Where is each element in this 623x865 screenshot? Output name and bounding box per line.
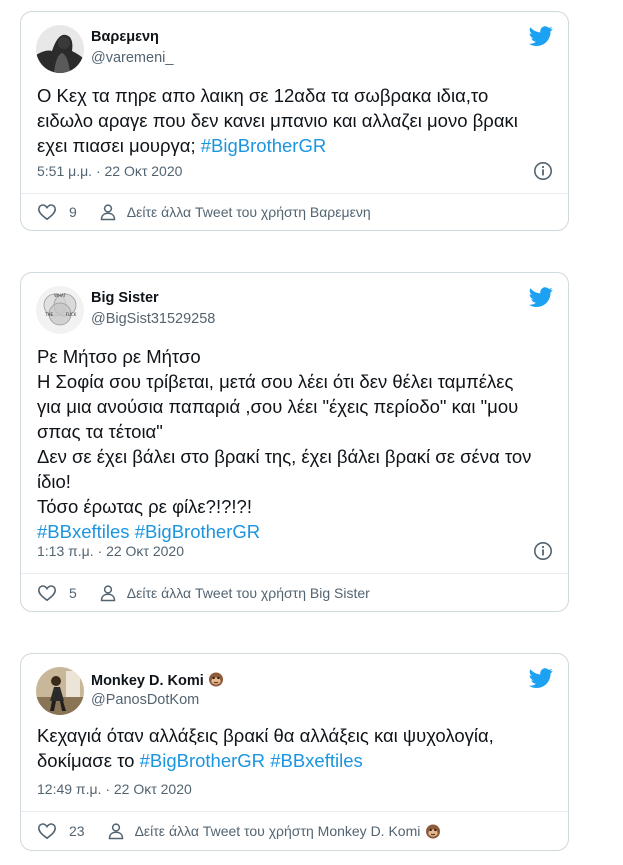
- heart-icon[interactable]: [37, 821, 57, 841]
- hashtag-link[interactable]: #BigBrotherGR: [201, 135, 326, 156]
- text-segment: εχει πιασει μουργα;: [37, 135, 201, 156]
- avatar-text: THE: [44, 312, 53, 317]
- tweet-timestamp[interactable]: 5:51 μ.μ. · 22 Οκτ 2020: [37, 163, 182, 179]
- tweet-text-line: Η Σοφία σου τρίβεται, μετά σου λέει ότι …: [37, 369, 554, 394]
- text-segment: ίδιο!: [37, 471, 71, 492]
- tweet-text-line: Δεν σε έχει βάλει στο βρακί της, έχει βά…: [37, 444, 554, 469]
- tweet-text-line: για μια ανούσια παπαριά ,σου λέει "έχεις…: [37, 394, 554, 419]
- more-tweets-link[interactable]: Δείτε άλλα Tweet του χρήστη Monkey D. Ko…: [135, 823, 421, 839]
- display-name[interactable]: Monkey D. Komi: [91, 671, 224, 689]
- tweet-card: Βαρεμενη @varemeni_ Ο Κεχ τα πηρε απο λα…: [20, 11, 569, 231]
- display-name[interactable]: Big Sister: [91, 290, 159, 306]
- tweet-text-line: σπας τα τέτοια": [37, 419, 554, 444]
- monkey-face-icon: [208, 672, 223, 687]
- more-tweets-link[interactable]: Δείτε άλλα Tweet του χρήστη Βαρεμενη: [127, 204, 371, 220]
- tweet-text-line: ειδωλο αραγε που δεν κανει μπανιο και αλ…: [37, 108, 554, 133]
- like-count: 23: [69, 823, 85, 839]
- text-segment: δοκίμασε το: [37, 750, 140, 771]
- hashtag-link[interactable]: #BBxeftiles: [37, 521, 130, 542]
- avatar-text: WHAT: [54, 293, 66, 298]
- tweet-text-line: Κεχαγιά όταν αλλάξεις βρακί θα αλλάξεις …: [37, 723, 554, 748]
- user-handle[interactable]: @varemeni_: [91, 50, 173, 66]
- display-name[interactable]: Βαρεμενη: [91, 29, 159, 45]
- tweet-text: Ο Κεχ τα πηρε απο λαικη σε 12αδα τα σωβρ…: [37, 83, 554, 158]
- action-bar: 9 Δείτε άλλα Tweet του χρήστη Βαρεμενη: [37, 202, 371, 222]
- twitter-bird-icon[interactable]: [529, 666, 553, 690]
- user-icon: [100, 585, 116, 602]
- text-segment: Η Σοφία σου τρίβεται, μετά σου λέει ότι …: [37, 371, 514, 392]
- text-segment: Ρε Μήτσο ρε Μήτσο: [37, 346, 201, 367]
- avatar[interactable]: [36, 667, 84, 715]
- like-count: 9: [69, 204, 77, 220]
- tweet-text-line: Ρε Μήτσο ρε Μήτσο: [37, 344, 554, 369]
- like-count: 5: [69, 585, 77, 601]
- monkey-face-icon: [426, 824, 441, 839]
- text-segment: Τόσο έρωτας ρε φίλε?!?!?!: [37, 496, 252, 517]
- text-segment: ειδωλο αραγε που δεν κανει μπανιο και αλ…: [37, 110, 518, 131]
- info-icon[interactable]: [533, 161, 553, 181]
- tweet-text-line: εχει πιασει μουργα; #BigBrotherGR: [37, 133, 554, 158]
- text-segment: Ο Κεχ τα πηρε απο λαικη σε 12αδα τα σωβρ…: [37, 85, 489, 106]
- tweet-card: Monkey D. Komi @PanosDotKom Κεχαγιά όταν…: [20, 653, 569, 851]
- more-tweets-link[interactable]: Δείτε άλλα Tweet του χρήστη Big Sister: [127, 585, 370, 601]
- user-handle[interactable]: @BigSist31529258: [91, 311, 215, 327]
- tweet-text-line: #BBxeftiles #BigBrotherGR: [37, 519, 554, 544]
- action-bar: 5 Δείτε άλλα Tweet του χρήστη Big Sister: [37, 583, 370, 603]
- tweet-text-line: Τόσο έρωτας ρε φίλε?!?!?!: [37, 494, 554, 519]
- divider: [21, 573, 568, 574]
- tweet-text: Ρε Μήτσο ρε Μήτσο Η Σοφία σου τρίβεται, …: [37, 344, 554, 544]
- user-icon: [100, 204, 116, 221]
- avatar[interactable]: [36, 25, 84, 73]
- hashtag-link[interactable]: #BigBrotherGR: [135, 521, 260, 542]
- tweet-text-line: δοκίμασε το #BigBrotherGR #BBxeftiles: [37, 748, 554, 773]
- tweet-text-line: Ο Κεχ τα πηρε απο λαικη σε 12αδα τα σωβρ…: [37, 83, 554, 108]
- text-segment: Δεν σε έχει βάλει στο βρακί της, έχει βά…: [37, 446, 532, 467]
- heart-icon[interactable]: [37, 202, 57, 222]
- tweet-text: Κεχαγιά όταν αλλάξεις βρακί θα αλλάξεις …: [37, 723, 554, 773]
- twitter-bird-icon[interactable]: [529, 24, 553, 48]
- hashtag-link[interactable]: #BBxeftiles: [270, 750, 363, 771]
- text-segment: για μια ανούσια παπαριά ,σου λέει "έχεις…: [37, 396, 519, 417]
- user-icon: [108, 823, 123, 840]
- heart-icon[interactable]: [37, 583, 57, 603]
- divider: [21, 193, 568, 194]
- divider: [21, 811, 568, 812]
- display-name-text: Monkey D. Komi: [91, 673, 204, 689]
- text-segment: σπας τα τέτοια": [37, 421, 163, 442]
- user-handle[interactable]: @PanosDotKom: [91, 692, 199, 708]
- text-segment: Κεχαγιά όταν αλλάξεις βρακί θα αλλάξεις …: [37, 725, 494, 746]
- avatar-text: FUCK: [66, 312, 77, 317]
- info-icon[interactable]: [533, 541, 553, 561]
- tweet-text-line: ίδιο!: [37, 469, 554, 494]
- twitter-bird-icon[interactable]: [529, 285, 553, 309]
- avatar[interactable]: WHAT THE FUCK: [36, 286, 84, 334]
- tweet-timestamp[interactable]: 12:49 π.μ. · 22 Οκτ 2020: [37, 781, 192, 797]
- action-bar: 23 Δείτε άλλα Tweet του χρήστη Monkey D.…: [37, 821, 441, 841]
- tweet-timestamp[interactable]: 1:13 π.μ. · 22 Οκτ 2020: [37, 543, 184, 559]
- hashtag-link[interactable]: #BigBrotherGR: [140, 750, 265, 771]
- tweet-card: WHAT THE FUCK Big Sister @BigSist3152925…: [20, 272, 569, 612]
